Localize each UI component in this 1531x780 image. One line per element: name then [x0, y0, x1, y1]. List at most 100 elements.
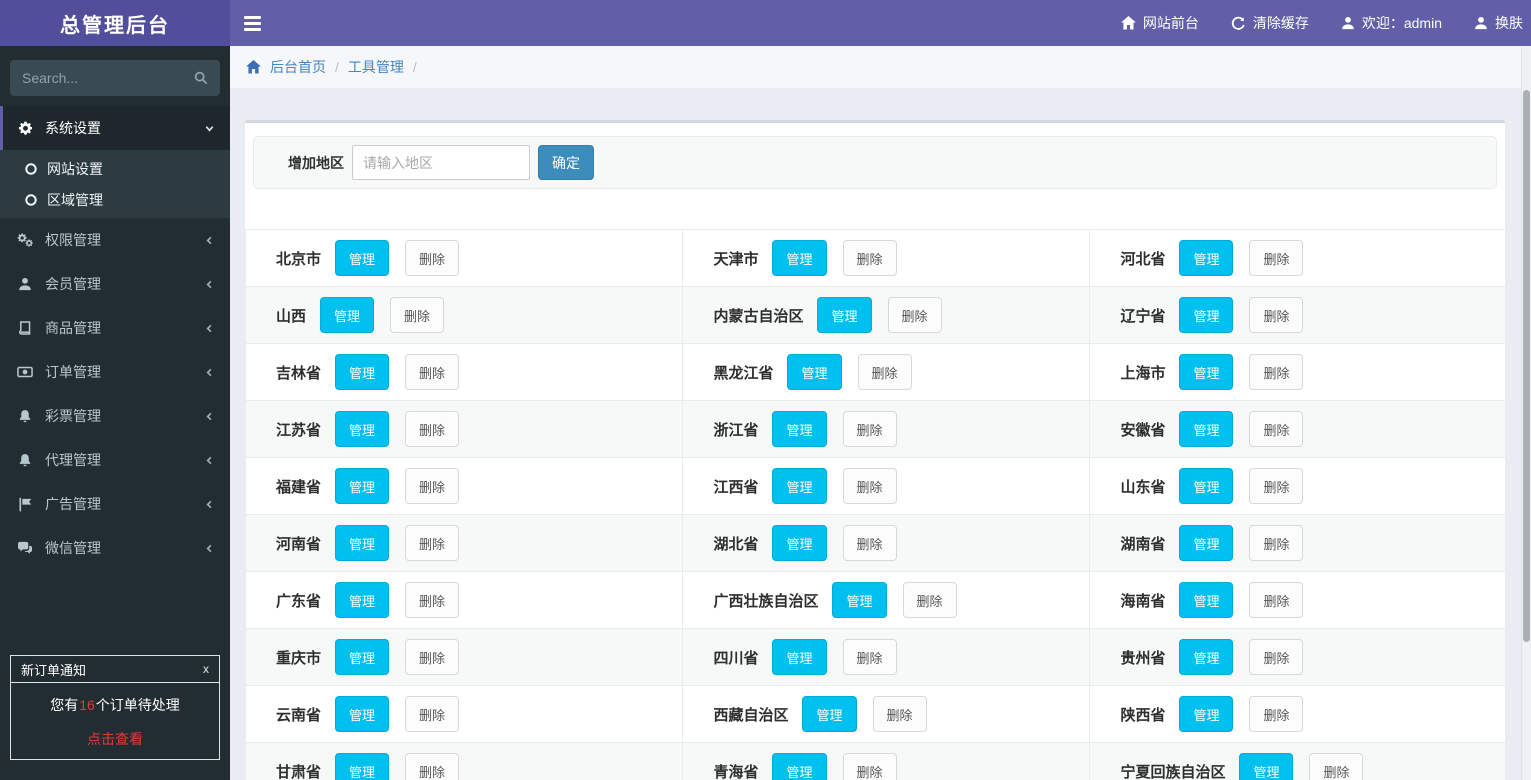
- delete-button-内蒙古自治区[interactable]: 删除: [887, 297, 942, 333]
- delete-button-北京市[interactable]: 删除: [405, 240, 460, 276]
- manage-button-贵州省[interactable]: 管理: [1179, 639, 1234, 675]
- delete-button-辽宁省[interactable]: 删除: [1249, 297, 1304, 333]
- sidebar-item-member[interactable]: 会员管理: [0, 262, 230, 306]
- delete-button-江西省[interactable]: 删除: [842, 468, 897, 504]
- sidebar-item-system[interactable]: 系统设置: [0, 106, 230, 150]
- manage-button-江苏省[interactable]: 管理: [335, 411, 390, 447]
- delete-button-云南省[interactable]: 删除: [405, 696, 460, 732]
- delete-button-河南省[interactable]: 删除: [405, 525, 460, 561]
- manage-button-重庆市[interactable]: 管理: [335, 639, 390, 675]
- delete-button-上海市[interactable]: 删除: [1249, 354, 1304, 390]
- delete-button-山西[interactable]: 删除: [390, 297, 445, 333]
- manage-button-河南省[interactable]: 管理: [335, 525, 390, 561]
- delete-button-湖北省[interactable]: 删除: [842, 525, 897, 561]
- region-cell-云南省: 云南省 管理 删除: [245, 686, 684, 742]
- search-icon[interactable]: [194, 71, 208, 85]
- sidebar-item-agent[interactable]: 代理管理: [0, 438, 230, 482]
- manage-button-宁夏回族自治区[interactable]: 管理: [1239, 753, 1294, 780]
- region-name: 黑龙江省: [713, 364, 774, 382]
- search-input[interactable]: [22, 70, 194, 86]
- sidebar-item-site-settings[interactable]: 网站设置: [0, 153, 230, 184]
- manage-button-江西省[interactable]: 管理: [772, 468, 827, 504]
- home-icon[interactable]: [246, 60, 261, 74]
- delete-button-天津市[interactable]: 删除: [842, 240, 897, 276]
- sidebar-item-ad[interactable]: 广告管理: [0, 482, 230, 526]
- close-icon[interactable]: x: [203, 662, 209, 676]
- nav-link-换肤[interactable]: 换肤: [1458, 0, 1531, 46]
- manage-button-广东省[interactable]: 管理: [335, 582, 390, 618]
- breadcrumb-item-tools[interactable]: 工具管理: [348, 57, 404, 77]
- manage-button-福建省[interactable]: 管理: [335, 468, 390, 504]
- sidebar-item-region-management[interactable]: 区域管理: [0, 184, 230, 215]
- delete-button-宁夏回族自治区[interactable]: 删除: [1309, 753, 1364, 780]
- manage-button-青海省[interactable]: 管理: [772, 753, 827, 780]
- delete-button-山东省[interactable]: 删除: [1249, 468, 1304, 504]
- sidebar-item-order[interactable]: 订单管理: [0, 350, 230, 394]
- delete-button-广东省[interactable]: 删除: [405, 582, 460, 618]
- manage-button-安徽省[interactable]: 管理: [1179, 411, 1234, 447]
- region-name: 内蒙古自治区: [713, 307, 804, 325]
- manage-button-上海市[interactable]: 管理: [1179, 354, 1234, 390]
- region-name: 四川省: [713, 649, 759, 667]
- manage-button-云南省[interactable]: 管理: [335, 696, 390, 732]
- manage-button-北京市[interactable]: 管理: [335, 240, 390, 276]
- chevron-left-icon: [204, 367, 215, 378]
- sidebar-item-permission[interactable]: 权限管理: [0, 218, 230, 262]
- manage-button-广西壮族自治区[interactable]: 管理: [832, 582, 887, 618]
- delete-button-安徽省[interactable]: 删除: [1249, 411, 1304, 447]
- delete-button-重庆市[interactable]: 删除: [405, 639, 460, 675]
- order-notification-box: 新订单通知 x 您有16个订单待处理 点击查看: [10, 655, 220, 760]
- chevron-left-icon: [204, 279, 215, 290]
- nav-link-label: 换肤: [1495, 15, 1523, 31]
- manage-button-山西[interactable]: 管理: [320, 297, 375, 333]
- manage-button-西藏自治区[interactable]: 管理: [802, 696, 857, 732]
- manage-button-黑龙江省[interactable]: 管理: [787, 354, 842, 390]
- manage-button-湖南省[interactable]: 管理: [1179, 525, 1234, 561]
- manage-button-四川省[interactable]: 管理: [772, 639, 827, 675]
- delete-button-陕西省[interactable]: 删除: [1249, 696, 1304, 732]
- confirm-button[interactable]: 确定: [538, 145, 594, 180]
- region-name: 吉林省: [276, 364, 322, 382]
- nav-link-欢迎：admin[interactable]: 欢迎：admin: [1325, 0, 1458, 46]
- sidebar-toggle-icon[interactable]: [230, 0, 275, 46]
- region-name: 福建省: [276, 478, 322, 496]
- delete-button-河北省[interactable]: 删除: [1249, 240, 1304, 276]
- manage-button-山东省[interactable]: 管理: [1179, 468, 1234, 504]
- manage-button-吉林省[interactable]: 管理: [335, 354, 390, 390]
- delete-button-福建省[interactable]: 删除: [405, 468, 460, 504]
- sidebar-item-wechat[interactable]: 微信管理: [0, 526, 230, 570]
- manage-button-海南省[interactable]: 管理: [1179, 582, 1234, 618]
- delete-button-青海省[interactable]: 删除: [842, 753, 897, 780]
- delete-button-广西壮族自治区[interactable]: 删除: [902, 582, 957, 618]
- delete-button-吉林省[interactable]: 删除: [405, 354, 460, 390]
- nav-link-label: 网站前台: [1142, 15, 1199, 31]
- book-icon: [15, 321, 35, 335]
- manage-button-湖北省[interactable]: 管理: [772, 525, 827, 561]
- page-scrollbar[interactable]: [1521, 46, 1531, 780]
- sidebar-item-lottery[interactable]: 彩票管理: [0, 394, 230, 438]
- nav-link-网站前台[interactable]: 网站前台: [1105, 0, 1215, 46]
- delete-button-黑龙江省[interactable]: 删除: [857, 354, 912, 390]
- delete-button-四川省[interactable]: 删除: [842, 639, 897, 675]
- manage-button-天津市[interactable]: 管理: [772, 240, 827, 276]
- region-name-input[interactable]: [352, 145, 530, 180]
- manage-button-内蒙古自治区[interactable]: 管理: [817, 297, 872, 333]
- breadcrumb-item-home[interactable]: 后台首页: [270, 57, 326, 77]
- delete-button-浙江省[interactable]: 删除: [842, 411, 897, 447]
- delete-button-贵州省[interactable]: 删除: [1249, 639, 1304, 675]
- manage-button-甘肃省[interactable]: 管理: [335, 753, 390, 780]
- manage-button-河北省[interactable]: 管理: [1179, 240, 1234, 276]
- delete-button-甘肃省[interactable]: 删除: [405, 753, 460, 780]
- delete-button-湖南省[interactable]: 删除: [1249, 525, 1304, 561]
- view-orders-link[interactable]: 点击查看: [87, 729, 143, 749]
- delete-button-海南省[interactable]: 删除: [1249, 582, 1304, 618]
- nav-link-清除缓存[interactable]: 清除缓存: [1215, 0, 1325, 46]
- scrollbar-thumb[interactable]: [1523, 90, 1530, 642]
- sidebar-item-goods[interactable]: 商品管理: [0, 306, 230, 350]
- manage-button-浙江省[interactable]: 管理: [772, 411, 827, 447]
- manage-button-陕西省[interactable]: 管理: [1179, 696, 1234, 732]
- delete-button-西藏自治区[interactable]: 删除: [872, 696, 927, 732]
- chevron-left-icon: [204, 543, 215, 554]
- delete-button-江苏省[interactable]: 删除: [405, 411, 460, 447]
- manage-button-辽宁省[interactable]: 管理: [1179, 297, 1234, 333]
